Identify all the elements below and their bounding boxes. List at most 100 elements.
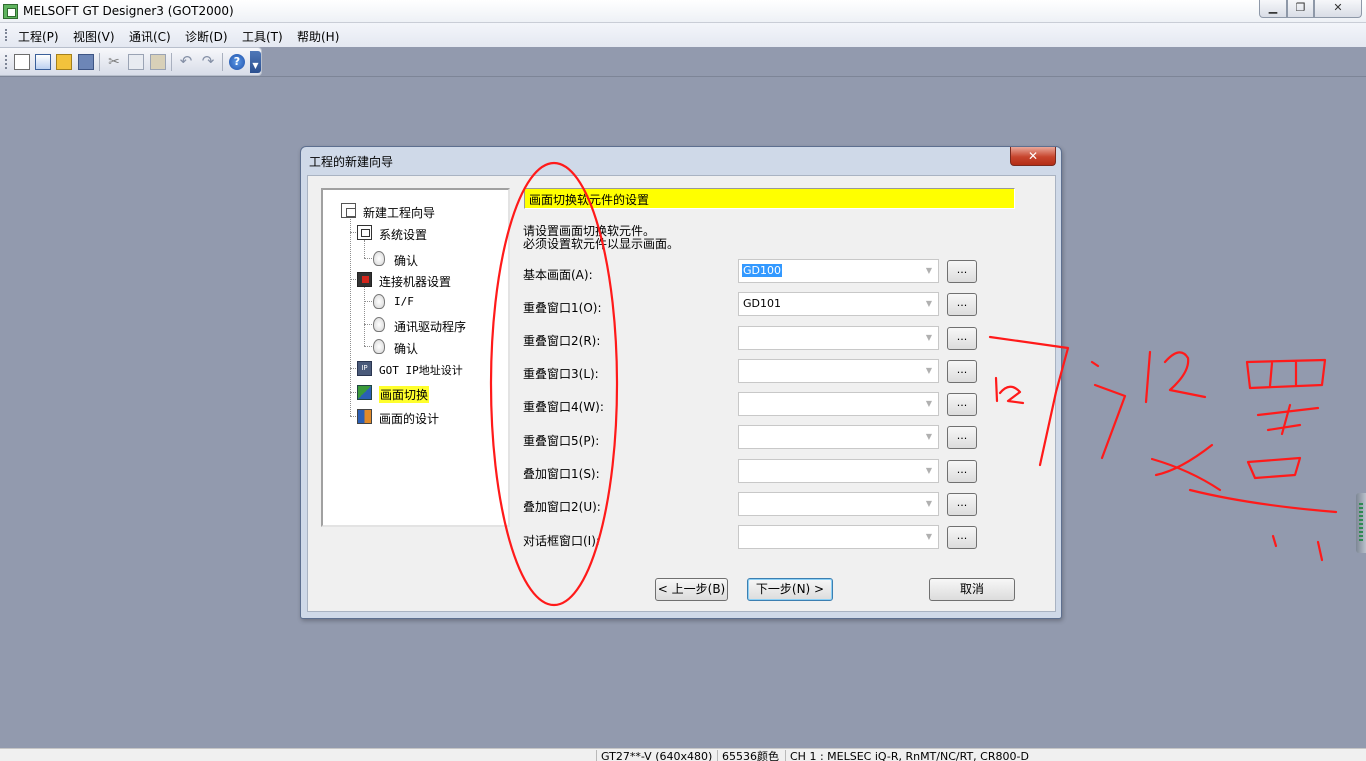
browse-button-overlap-window-4[interactable]: ... bbox=[947, 393, 977, 416]
chevron-down-icon[interactable]: ▼ bbox=[922, 332, 936, 344]
maximize-button[interactable]: ❐ bbox=[1287, 0, 1314, 18]
overlap-window-5-combo[interactable]: ▼ bbox=[738, 425, 939, 449]
overlap-window-1-combo[interactable]: GD101 ▼ bbox=[738, 292, 939, 316]
lightbulb-icon bbox=[373, 251, 385, 266]
field-label-overlap-window-1: 重叠窗口1(O): bbox=[523, 301, 602, 315]
status-bar: GT27**-V (640x480) 65536颜色 CH 1 : MELSEC… bbox=[0, 748, 1366, 761]
overlap-window-4-combo[interactable]: ▼ bbox=[738, 392, 939, 416]
section-header: 画面切换软元件的设置 bbox=[524, 188, 1015, 209]
menu-diagnostics[interactable]: 诊断(D) bbox=[185, 28, 228, 45]
tree-label: 新建工程向导 bbox=[363, 206, 436, 220]
tree-connector bbox=[364, 258, 372, 259]
browse-button-overlap-window-1[interactable]: ... bbox=[947, 293, 977, 316]
menu-bar: 工程(P) 视图(V) 通讯(C) 诊断(D) 工具(T) 帮助(H) bbox=[0, 23, 1366, 47]
status-colors: 65536颜色 bbox=[717, 750, 779, 761]
help-icon[interactable]: ? bbox=[229, 54, 245, 70]
app-icon bbox=[3, 4, 18, 19]
open-template-icon[interactable] bbox=[35, 54, 51, 70]
cut-icon[interactable]: ✂ bbox=[106, 54, 122, 70]
combo-value: GD101 bbox=[743, 297, 781, 310]
field-label-superimpose-window-1: 叠加窗口1(S): bbox=[523, 467, 600, 481]
tree-label: 通讯驱动程序 bbox=[394, 320, 467, 334]
dialog-close-button[interactable]: ✕ bbox=[1010, 147, 1056, 166]
overlap-window-2-combo[interactable]: ▼ bbox=[738, 326, 939, 350]
system-settings-icon bbox=[357, 225, 372, 240]
paste-icon[interactable] bbox=[150, 54, 166, 70]
chevron-down-icon[interactable]: ▼ bbox=[922, 498, 936, 510]
menu-tools[interactable]: 工具(T) bbox=[242, 28, 283, 45]
superimpose-window-2-combo[interactable]: ▼ bbox=[738, 492, 939, 516]
undo-icon[interactable]: ↶ bbox=[178, 54, 194, 70]
combo-value: GD100 bbox=[742, 264, 782, 277]
tree-label: 确认 bbox=[394, 254, 419, 268]
new-project-wizard-dialog: 工程的新建向导 ✕ 新建工程向导 系统设置 确认 连接机器设置 I/F 通讯驱动… bbox=[300, 146, 1062, 619]
field-label-dialog-window: 对话框窗口(I): bbox=[523, 534, 600, 548]
browse-button-overlap-window-3[interactable]: ... bbox=[947, 360, 977, 383]
tree-label: I/F bbox=[394, 295, 414, 308]
chevron-down-icon[interactable]: ▼ bbox=[922, 398, 936, 410]
tree-label-selected: 画面切换 bbox=[379, 386, 430, 403]
cancel-button[interactable]: 取消 bbox=[929, 578, 1015, 601]
side-scroll-handle[interactable] bbox=[1356, 493, 1366, 553]
tree-connector bbox=[364, 301, 372, 302]
tree-connector bbox=[364, 287, 365, 346]
superimpose-window-1-combo[interactable]: ▼ bbox=[738, 459, 939, 483]
copy-icon[interactable] bbox=[128, 54, 144, 70]
window-title: MELSOFT GT Designer3 (GOT2000) bbox=[23, 4, 234, 18]
chevron-down-icon[interactable]: ▼ bbox=[922, 365, 936, 377]
previous-button[interactable]: < 上一步(B) bbox=[655, 578, 728, 601]
browse-button-superimpose-window-2[interactable]: ... bbox=[947, 493, 977, 516]
wizard-step-tree: 新建工程向导 系统设置 确认 连接机器设置 I/F 通讯驱动程序 确认 IP G… bbox=[321, 188, 510, 527]
chevron-down-icon[interactable]: ▼ bbox=[922, 465, 936, 477]
chevron-down-icon[interactable]: ▼ bbox=[922, 531, 936, 543]
dialog-title: 工程的新建向导 bbox=[309, 155, 394, 169]
browse-button-superimpose-window-1[interactable]: ... bbox=[947, 460, 977, 483]
field-label-overlap-window-2: 重叠窗口2(R): bbox=[523, 334, 601, 348]
toolbar-grip[interactable] bbox=[5, 55, 7, 69]
dialog-window-combo[interactable]: ▼ bbox=[738, 525, 939, 549]
toolbar-overflow-icon[interactable]: ▼ bbox=[250, 51, 261, 73]
status-model: GT27**-V (640x480) bbox=[596, 750, 712, 761]
tree-label: 画面的设计 bbox=[379, 412, 440, 426]
browse-button-base-screen[interactable]: ... bbox=[947, 260, 977, 283]
tree-connector bbox=[364, 240, 365, 258]
chevron-down-icon[interactable]: ▼ bbox=[922, 265, 936, 277]
chevron-down-icon[interactable]: ▼ bbox=[922, 298, 936, 310]
menu-communication[interactable]: 通讯(C) bbox=[129, 28, 171, 45]
next-button[interactable]: 下一步(N) > bbox=[747, 578, 833, 601]
screen-design-icon bbox=[357, 409, 372, 424]
field-label-overlap-window-4: 重叠窗口4(W): bbox=[523, 400, 604, 414]
minimize-button[interactable]: ▁ bbox=[1259, 0, 1287, 18]
tree-connector bbox=[364, 346, 372, 347]
chevron-down-icon[interactable]: ▼ bbox=[922, 431, 936, 443]
field-label-base-screen: 基本画面(A): bbox=[523, 268, 593, 282]
description-line-2: 必须设置软元件以显示画面。 bbox=[523, 237, 680, 251]
save-icon[interactable] bbox=[78, 54, 94, 70]
field-label-superimpose-window-2: 叠加窗口2(U): bbox=[523, 500, 601, 514]
field-label-overlap-window-5: 重叠窗口5(P): bbox=[523, 434, 600, 448]
redo-icon[interactable]: ↷ bbox=[200, 54, 216, 70]
browse-button-dialog-window[interactable]: ... bbox=[947, 526, 977, 549]
status-channel: CH 1 : MELSEC iQ-R, RnMT/NC/RT, CR800-D bbox=[785, 750, 1029, 761]
close-button[interactable]: ✕ bbox=[1314, 0, 1362, 18]
menu-project[interactable]: 工程(P) bbox=[18, 28, 59, 45]
browse-button-overlap-window-5[interactable]: ... bbox=[947, 426, 977, 449]
base-screen-combo[interactable]: GD100 ▼ bbox=[738, 259, 939, 283]
menu-view[interactable]: 视图(V) bbox=[73, 28, 115, 45]
toolbar-separator bbox=[222, 53, 223, 71]
lightbulb-icon bbox=[373, 317, 385, 332]
menu-grip[interactable] bbox=[5, 29, 7, 41]
open-folder-icon[interactable] bbox=[56, 54, 72, 70]
wizard-icon bbox=[341, 203, 356, 218]
network-icon: IP bbox=[357, 361, 372, 376]
title-bar: MELSOFT GT Designer3 (GOT2000) ▁ ❐ ✕ bbox=[0, 0, 1366, 23]
tree-connector bbox=[364, 324, 372, 325]
lightbulb-icon bbox=[373, 294, 385, 309]
screen-switch-icon bbox=[357, 385, 372, 400]
browse-button-overlap-window-2[interactable]: ... bbox=[947, 327, 977, 350]
new-file-icon[interactable] bbox=[14, 54, 30, 70]
tree-label: 确认 bbox=[394, 342, 419, 356]
field-label-overlap-window-3: 重叠窗口3(L): bbox=[523, 367, 599, 381]
overlap-window-3-combo[interactable]: ▼ bbox=[738, 359, 939, 383]
menu-help[interactable]: 帮助(H) bbox=[297, 28, 339, 45]
